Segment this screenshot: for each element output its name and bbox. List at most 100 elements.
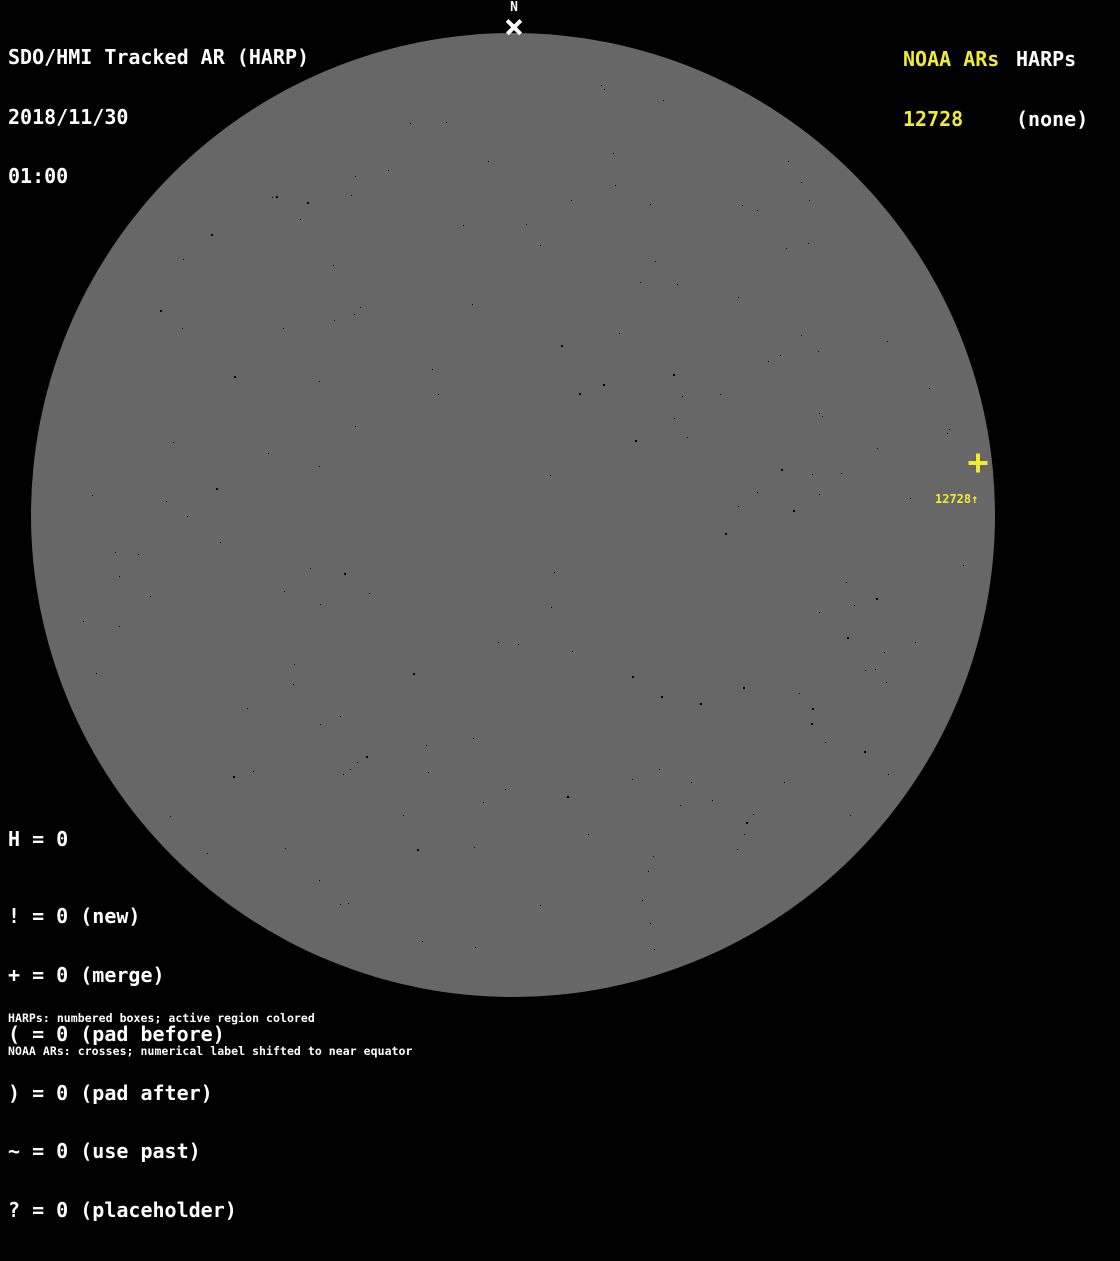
- north-label: N: [510, 0, 518, 15]
- footer-caption: HARPs: numbered boxes; active region col…: [8, 990, 412, 1080]
- speckle-dot: [138, 554, 139, 555]
- speckle-dot: [166, 501, 167, 502]
- speckle-dot: [847, 637, 849, 639]
- speckle-dot: [92, 495, 93, 496]
- speckle-dot: [320, 604, 321, 605]
- speckle-dot: [333, 265, 334, 266]
- speckle-dot: [432, 369, 433, 370]
- speckle-dot: [687, 437, 688, 438]
- speckle-dot: [654, 949, 655, 950]
- speckle-dot: [96, 673, 97, 674]
- speckle-dot: [864, 751, 866, 753]
- header-date: 2018/11/30: [8, 104, 129, 129]
- speckle-dot: [463, 225, 464, 226]
- speckle-dot: [472, 304, 473, 305]
- speckle-dot: [554, 572, 555, 573]
- speckle-dot: [677, 284, 678, 285]
- speckle-dot: [216, 488, 218, 490]
- speckle-dot: [234, 376, 236, 378]
- speckle-dot: [786, 248, 787, 249]
- speckle-dot: [498, 642, 499, 643]
- speckle-dot: [561, 345, 563, 347]
- speckle-dot: [446, 122, 447, 123]
- speckle-dot: [182, 328, 183, 329]
- speckle-dot: [344, 573, 346, 575]
- speckle-dot: [518, 644, 519, 645]
- speckle-dot: [674, 418, 675, 419]
- speckle-dot: [285, 848, 286, 849]
- speckle-dot: [604, 89, 605, 90]
- speckle-dot: [119, 626, 120, 627]
- speckle-dot: [963, 565, 964, 566]
- noaa-ars-header: NOAA ARs: [903, 47, 1000, 72]
- speckle-dot: [540, 905, 541, 906]
- speckle-dot: [233, 776, 235, 778]
- speckle-dot: [619, 333, 620, 334]
- footer-line-noaa: NOAA ARs: crosses; numerical label shift…: [8, 1044, 413, 1059]
- speckle-dot: [949, 429, 950, 430]
- speckle-dot: [413, 673, 415, 675]
- speckle-dot: [682, 396, 683, 397]
- speckle-dot: [850, 815, 851, 816]
- speckle-dot: [884, 652, 885, 653]
- speckle-dot: [720, 394, 721, 395]
- speckle-dot: [780, 355, 781, 356]
- speckle-dot: [540, 245, 541, 246]
- speckle-dot: [403, 815, 404, 816]
- speckle-dot: [818, 351, 819, 352]
- speckle-dot: [354, 314, 355, 315]
- speckle-dot: [350, 769, 351, 770]
- speckle-dot: [360, 307, 361, 308]
- harps-header: HARPs: [1016, 47, 1077, 72]
- speckle-dot: [410, 123, 411, 124]
- page-title: SDO/HMI Tracked AR (HARP): [8, 45, 310, 70]
- speckle-dot: [738, 506, 739, 507]
- speckle-dot: [742, 205, 743, 206]
- speckle-dot: [753, 814, 754, 815]
- speckle-dot: [743, 687, 745, 689]
- speckle-dot: [737, 849, 738, 850]
- speckle-dot: [915, 642, 916, 643]
- speckle-dot: [319, 466, 320, 467]
- speckle-dot: [811, 723, 813, 725]
- speckle-dot: [640, 282, 641, 283]
- speckle-dot: [947, 433, 948, 434]
- speckle-dot: [819, 612, 820, 613]
- speckle-dot: [793, 510, 795, 512]
- speckle-dot: [369, 593, 370, 594]
- speckle-dot: [268, 453, 269, 454]
- speckle-dot: [799, 693, 800, 694]
- flag-counter-new: ! = 0 (new): [8, 904, 141, 929]
- speckle-dot: [211, 234, 213, 236]
- speckle-dot: [422, 941, 423, 942]
- speckle-dot: [746, 822, 748, 824]
- speckle-dot: [876, 598, 878, 600]
- speckle-dot: [788, 161, 789, 162]
- speckle-dot: [187, 516, 188, 517]
- speckle-dot: [632, 779, 633, 780]
- header-block: SDO/HMI Tracked AR (HARP) 2018/11/30 01:…: [8, 9, 309, 226]
- harp-counter: H = 0: [8, 827, 69, 851]
- speckle-dot: [483, 802, 484, 803]
- speckle-dot: [744, 834, 745, 835]
- speckle-dot: [343, 774, 344, 775]
- speckle-dot: [825, 742, 826, 743]
- north-pole-x-marker-icon: [503, 16, 525, 38]
- speckle-dot: [247, 708, 248, 709]
- speckle-dot: [551, 607, 552, 608]
- speckle-dot: [781, 469, 783, 471]
- solar-harp-tracker-view: SDO/HMI Tracked AR (HARP) 2018/11/30 01:…: [0, 0, 1120, 1220]
- speckle-dot: [284, 591, 285, 592]
- speckle-dot: [170, 816, 171, 817]
- speckle-dot: [348, 903, 349, 904]
- footer-line-harps: HARPs: numbered boxes; active region col…: [8, 1010, 315, 1025]
- speckle-dot: [910, 498, 911, 499]
- speckle-dot: [673, 374, 675, 376]
- speckle-dot: [875, 669, 876, 670]
- speckle-dot: [615, 185, 616, 186]
- speckle-dot: [474, 847, 475, 848]
- speckle-dot: [725, 533, 727, 535]
- speckle-dot: [571, 200, 572, 201]
- speckle-dot: [150, 596, 151, 597]
- speckle-dot: [812, 708, 814, 710]
